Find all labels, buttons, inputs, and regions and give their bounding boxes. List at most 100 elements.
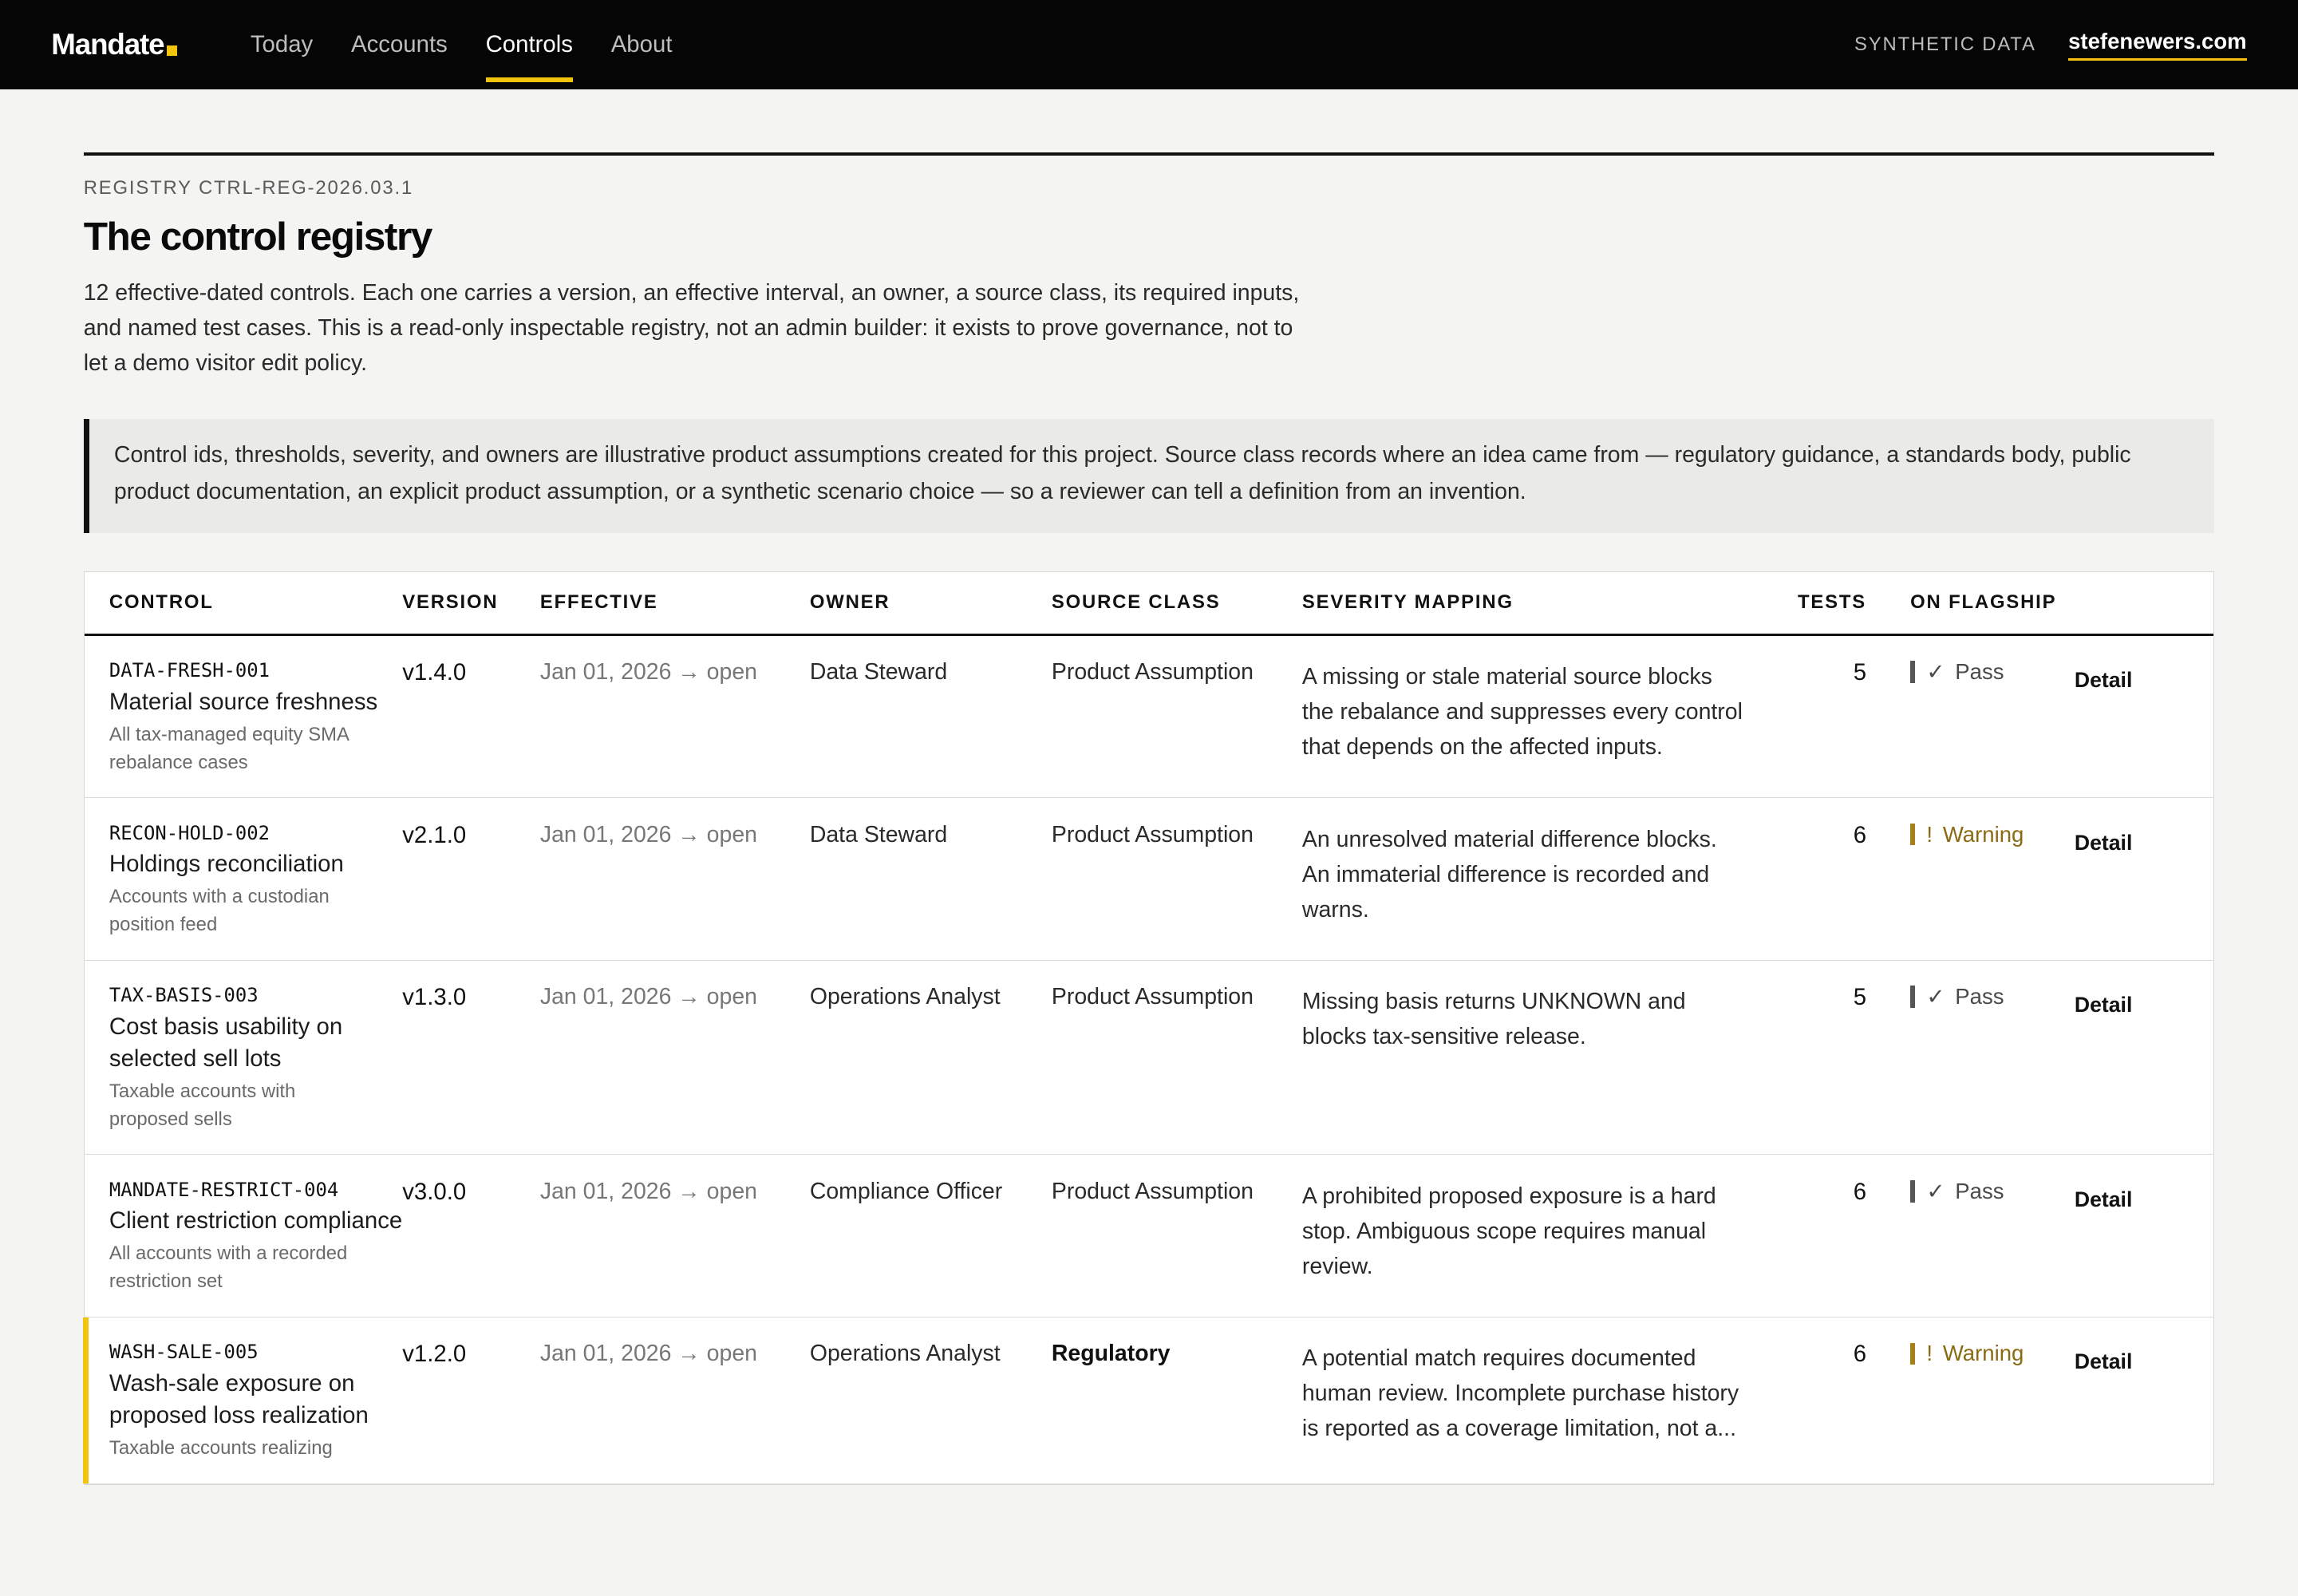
flagship-cell: ✓ Pass [1866,659,2075,685]
page: Mandate Today Accounts Controls About SY… [0,0,2298,1596]
owner-cell: Compliance Officer [809,1178,1003,1204]
tests-cell: 6 [1853,1341,1867,1368]
brand-name: Mandate [51,28,164,61]
control-id: RECON-HOLD-002 [109,821,270,844]
detail-button[interactable]: Detail [2075,1349,2162,1374]
control-scope: All accounts with a recorded restriction… [109,1242,348,1293]
check-icon: ✓ [1926,984,1945,1009]
status-bar-icon [1910,1180,1915,1203]
detail-button[interactable]: Detail [2075,1187,2162,1212]
page-title: The control registry [83,213,433,259]
status-badge: ! Warning [1910,822,2075,847]
warning-icon: ! [1926,1341,1933,1366]
control-cell: DATA-FRESH-001 Material source freshness… [85,659,403,776]
owner-cell: Data Steward [809,821,948,847]
control-id: WASH-SALE-005 [109,1341,259,1364]
nav-link-controls[interactable]: Controls [467,0,592,89]
detail-cell: Detail [2075,984,2162,1017]
status-label: Pass [1955,984,2004,1009]
version-cell: v2.1.0 [402,821,467,848]
control-id: TAX-BASIS-003 [109,984,259,1006]
status-bar-icon [1910,986,1915,1008]
synthetic-data-label: SYNTHETIC DATA [1854,34,2036,56]
col-control: CONTROL [109,591,214,614]
tests-cell: 6 [1853,821,1867,848]
warning-icon: ! [1926,821,1933,847]
owner-cell: Data Steward [809,659,948,685]
control-name: Holdings reconciliation [109,851,344,878]
control-scope: All tax-managed equity SMA rebalance cas… [109,723,349,773]
detail-button[interactable]: Detail [2075,831,2162,855]
version-cell: v1.4.0 [402,659,467,686]
control-scope: Taxable accounts realizing [109,1437,333,1460]
source-class-cell: Product Assumption [1051,984,1254,1009]
owner-cell: Operations Analyst [809,1341,1001,1367]
status-bar-icon [1910,823,1915,846]
status-label: Warning [1942,821,2024,847]
flagship-cell: ✓ Pass [1866,984,2075,1009]
effective-cell: Jan 01, 2026 → open [539,984,757,1009]
control-cell: MANDATE-RESTRICT-004 Client restriction … [85,1179,403,1296]
source-class-cell: Product Assumption [1051,659,1254,685]
nav-link-about[interactable]: About [592,0,692,89]
nav-right: SYNTHETIC DATA stefenewers.com [1854,29,2247,61]
control-name: Cost basis usability on selected sell lo… [109,1013,343,1072]
source-class-cell: Regulatory [1051,1341,1171,1367]
control-cell: TAX-BASIS-003 Cost basis usability on se… [85,984,403,1134]
detail-cell: Detail [2075,1179,2162,1212]
nav-link-accounts[interactable]: Accounts [332,0,467,89]
control-name: Wash-sale exposure on proposed loss real… [109,1369,369,1429]
col-version: VERSION [402,591,499,614]
col-tests: TESTS [1797,591,1867,614]
site-link[interactable]: stefenewers.com [2068,29,2247,61]
top-nav: Mandate Today Accounts Controls About SY… [0,0,2298,90]
detail-button[interactable]: Detail [2075,993,2162,1017]
status-badge: ✓ Pass [1910,1179,2075,1204]
table-header: CONTROL VERSION EFFECTIVE OWNER SOURCE C… [84,572,2214,636]
status-label: Pass [1955,659,2004,685]
owner-cell: Operations Analyst [809,984,1001,1009]
table-row: DATA-FRESH-001 Material source freshness… [84,636,2214,799]
effective-cell: Jan 01, 2026 → open [539,821,757,847]
status-bar-icon [1910,661,1915,683]
source-class-cell: Product Assumption [1051,821,1254,847]
brand-logo[interactable]: Mandate [51,28,178,61]
source-class-cell: Product Assumption [1051,1178,1254,1204]
status-bar-icon [1910,1342,1915,1365]
severity-cell: A prohibited proposed exposure is a hard… [1301,1183,1716,1279]
table-row: TAX-BASIS-003 Cost basis usability on se… [84,961,2214,1156]
check-icon: ✓ [1926,659,1945,685]
status-badge: ✓ Pass [1910,984,2075,1009]
control-scope: Taxable accounts with proposed sells [109,1080,296,1130]
table-row: WASH-SALE-005 Wash-sale exposure on prop… [82,1317,2214,1484]
detail-button[interactable]: Detail [2075,668,2162,693]
effective-cell: Jan 01, 2026 → open [539,659,757,685]
tests-cell: 5 [1853,659,1867,686]
check-icon: ✓ [1926,1178,1945,1203]
control-cell: RECON-HOLD-002 Holdings reconciliation A… [85,822,403,939]
effective-cell: Jan 01, 2026 → open [539,1178,757,1204]
severity-cell: An unresolved material difference blocks… [1301,826,1717,922]
flagship-cell: ! Warning [1866,1341,2075,1366]
table-row: MANDATE-RESTRICT-004 Client restriction … [84,1155,2214,1317]
status-badge: ! Warning [1910,1341,2075,1366]
control-name: Client restriction compliance [109,1207,403,1235]
severity-cell: A potential match requires documented hu… [1301,1345,1739,1442]
version-cell: v1.2.0 [402,1341,467,1368]
status-label: Warning [1942,1341,2024,1366]
control-cell: WASH-SALE-005 Wash-sale exposure on prop… [85,1341,403,1463]
effective-cell: Jan 01, 2026 → open [539,1341,757,1367]
col-effective: EFFECTIVE [539,591,658,614]
control-name: Material source freshness [109,688,378,715]
flagship-cell: ✓ Pass [1866,1179,2075,1204]
col-on-flagship: ON FLAGSHIP [1910,591,2057,614]
col-owner: OWNER [809,591,890,614]
detail-cell: Detail [2075,1341,2162,1374]
brand-dot-icon [167,45,178,56]
main-content: REGISTRY CTRL-REG-2026.03.1 The control … [82,152,2215,1485]
nav-link-today[interactable]: Today [231,0,332,89]
assumption-callout: Control ids, thresholds, severity, and o… [83,418,2215,533]
status-badge: ✓ Pass [1910,659,2075,685]
status-label: Pass [1955,1178,2004,1203]
nav-links: Today Accounts Controls About [231,0,691,89]
